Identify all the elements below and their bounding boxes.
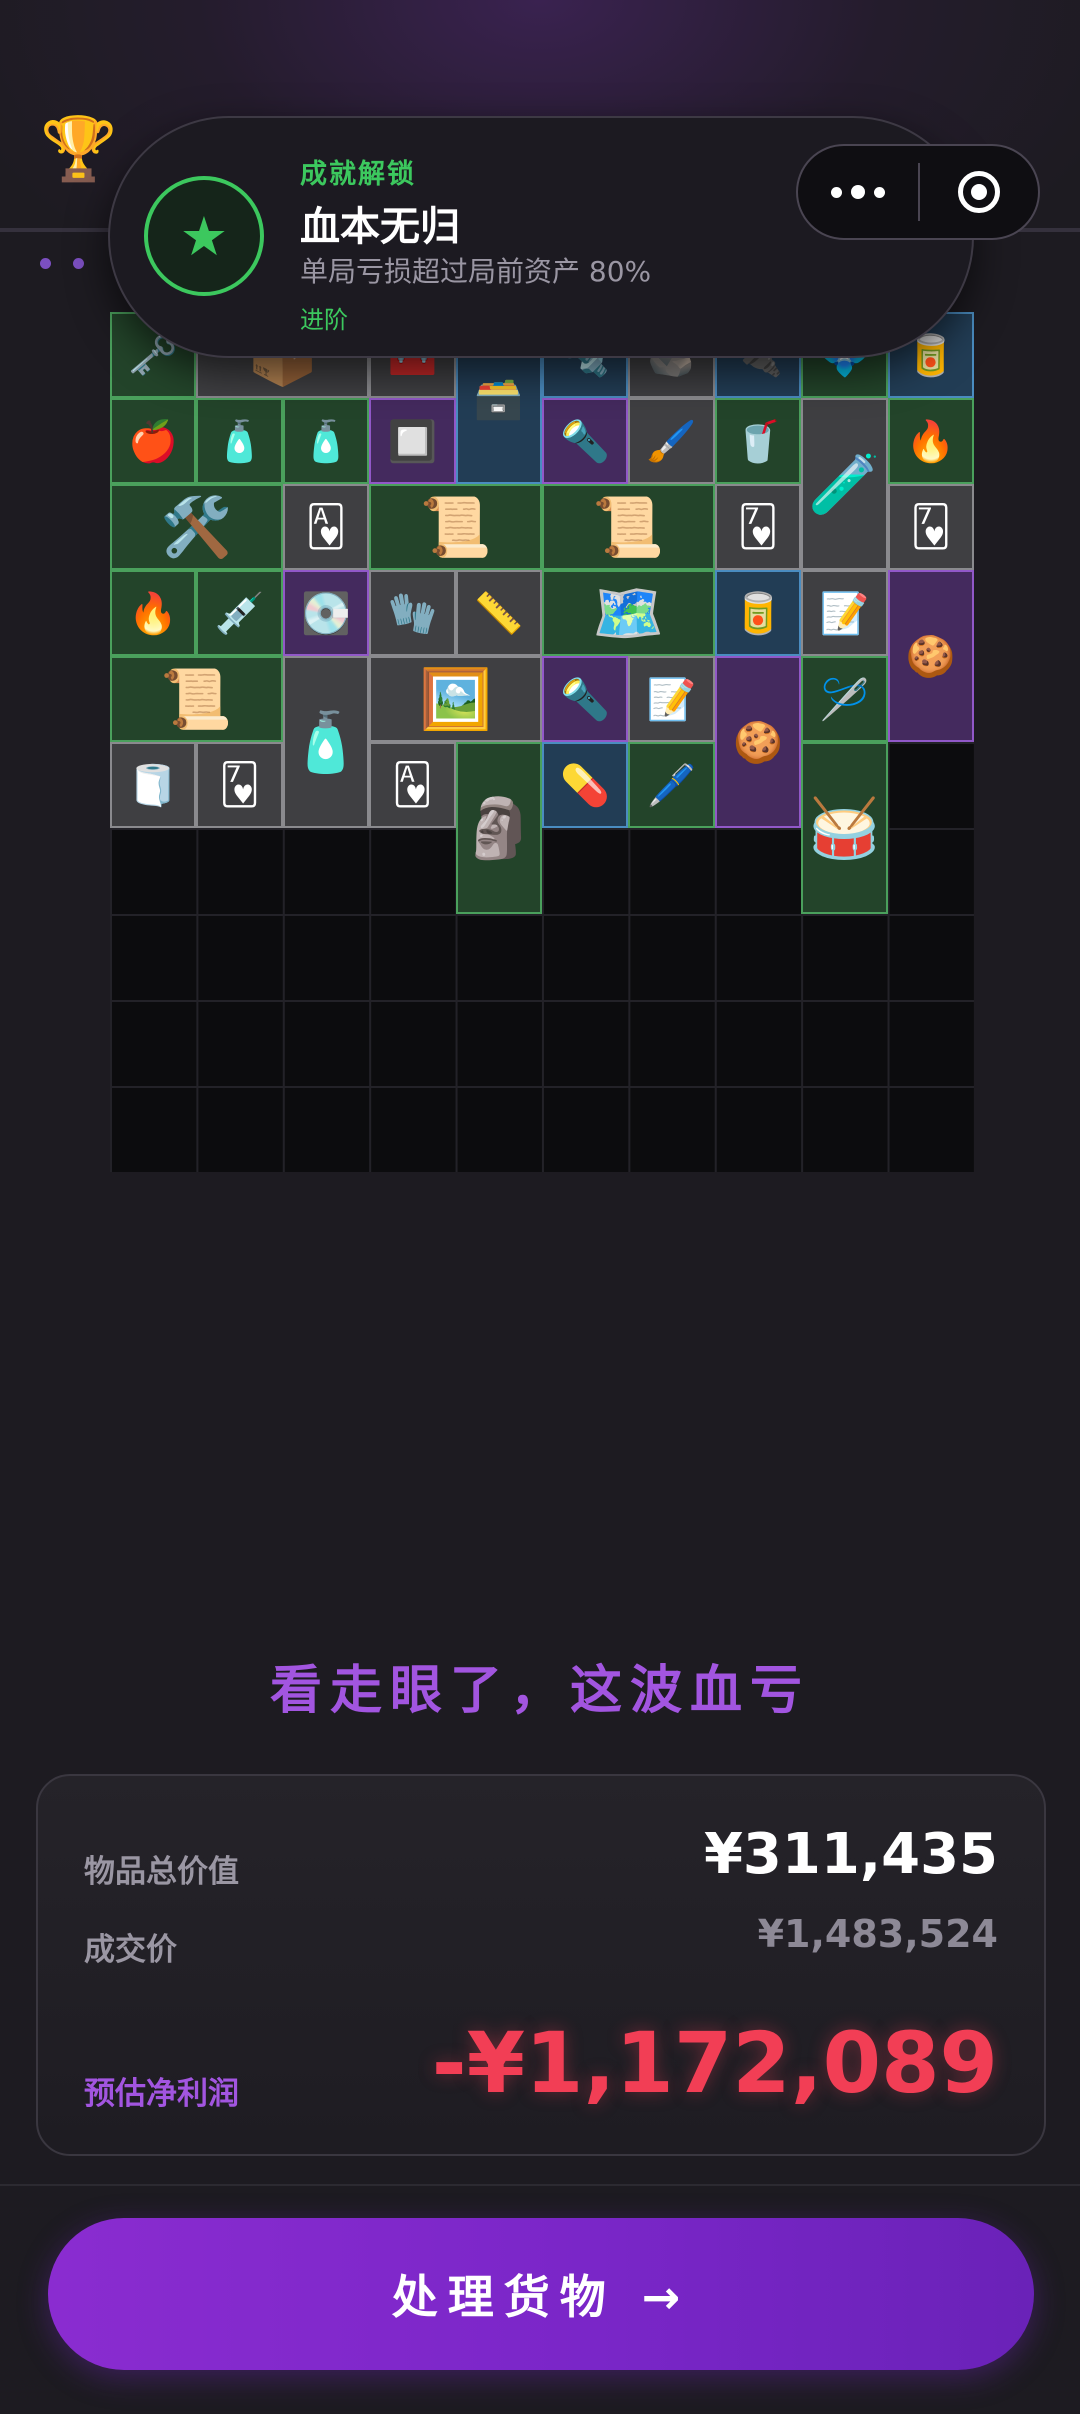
deal-price-value: ¥1,483,524 <box>757 1912 998 1956</box>
close-button[interactable] <box>920 171 1038 213</box>
net-profit-value: -¥1,172,089 <box>431 2014 998 2112</box>
deal-price-label: 成交价 <box>84 1932 177 1968</box>
achievement-kicker: 成就解锁 <box>300 159 416 190</box>
inventory-item-old-document-3[interactable]: 📜 <box>110 656 283 742</box>
inventory-item-playing-card-1[interactable]: 🂱 <box>282 484 370 570</box>
achievement-title: 血本无归 <box>300 204 460 250</box>
inventory-item-toothpaste[interactable]: 🧴 <box>282 656 370 828</box>
inventory-item-hard-drive[interactable]: 💽 <box>282 570 370 656</box>
total-value-label: 物品总价值 <box>84 1854 239 1890</box>
process-goods-button[interactable]: 处理货物 → <box>48 2218 1034 2370</box>
more-dots-icon[interactable] <box>798 146 918 238</box>
inventory-grid: 🗝️📦🧰🗃️🔩🪨🔌💠🥫🍎🧴🧴🔲🔦🖌️🥤🧪🔥🛠️🂱📜📜🂷🂷🔥💉💽🧤📏🗺️🥫📝🍪📜🧴… <box>110 312 974 1172</box>
inventory-item-marker-pen[interactable]: 🖊️ <box>628 742 715 828</box>
inventory-item-note-paper-2[interactable]: 📝 <box>628 656 715 742</box>
achievement-description: 单局亏损超过局前资产 80% <box>300 255 652 288</box>
inventory-item-playing-card-3[interactable]: 🂷 <box>887 484 974 570</box>
inventory-item-tweezers[interactable]: 🪡 <box>801 656 888 742</box>
inventory-item-flashlight-1[interactable]: 🔦 <box>542 398 629 484</box>
page-dots <box>40 254 106 273</box>
total-value: ¥311,435 <box>703 1822 998 1887</box>
inventory-item-djembe-drum[interactable]: 🥁 <box>801 742 888 914</box>
inventory-item-map-scroll[interactable]: 🗺️ <box>542 570 715 656</box>
inventory-item-tape-measure[interactable]: 📏 <box>455 570 542 656</box>
menu-capsule <box>796 144 1040 240</box>
bottom-divider <box>0 2184 1080 2186</box>
inventory-item-ration-tin[interactable]: 🥫 <box>714 570 802 656</box>
inventory-item-circuit-board[interactable]: 🔲 <box>369 398 456 484</box>
inventory-item-gingerbread-1[interactable]: 🍪 <box>887 570 974 742</box>
inventory-item-pill-bottle[interactable]: 💊 <box>542 742 629 828</box>
summary-card: 物品总价值 ¥311,435 成交价 ¥1,483,524 预估净利润 -¥1,… <box>36 1774 1046 2156</box>
inventory-item-power-drill[interactable]: 🛠️ <box>110 484 283 570</box>
inventory-item-lighter-2[interactable]: 🔥 <box>110 570 197 656</box>
target-close-icon <box>958 171 1000 213</box>
inventory-item-iv-bag-1[interactable]: 🧴 <box>196 398 283 484</box>
inventory-item-old-document-1[interactable]: 📜 <box>369 484 542 570</box>
inventory-item-playing-card-4[interactable]: 🂷 <box>196 742 283 828</box>
trophy-icon: 🏆 <box>40 112 118 185</box>
inventory-item-duct-tape[interactable]: 🧻 <box>110 742 197 828</box>
achievement-tier: 进阶 <box>300 306 348 334</box>
inventory-item-wooden-statue[interactable]: 🗿 <box>455 742 542 914</box>
inventory-item-medicine-bottle[interactable]: 🧪 <box>801 398 888 570</box>
inventory-item-syringe[interactable]: 💉 <box>196 570 283 656</box>
inventory-item-flashlight-2[interactable]: 🔦 <box>542 656 629 742</box>
inventory-item-old-document-2[interactable]: 📜 <box>542 484 715 570</box>
inventory-item-old-photo[interactable]: 🖼️ <box>369 656 542 742</box>
inventory-item-iv-bag-2[interactable]: 🧴 <box>282 398 370 484</box>
inventory-item-playing-card-2[interactable]: 🂷 <box>714 484 802 570</box>
inventory-item-lighter-1[interactable]: 🔥 <box>887 398 974 484</box>
star-icon: ★ <box>144 176 264 296</box>
net-profit-label: 预估净利润 <box>84 2076 239 2112</box>
inventory-item-gloves[interactable]: 🧤 <box>369 570 456 656</box>
verdict-text: 看走眼了，这波血亏 <box>269 1661 810 1721</box>
inventory-item-playing-card-5[interactable]: 🂱 <box>369 742 456 828</box>
inventory-item-gingerbread-2[interactable]: 🍪 <box>714 656 802 828</box>
inventory-item-apple[interactable]: 🍎 <box>110 398 197 484</box>
inventory-item-energy-can[interactable]: 🥤 <box>714 398 802 484</box>
inventory-item-paintbrush[interactable]: 🖌️ <box>628 398 715 484</box>
inventory-item-note-paper-1[interactable]: 📝 <box>801 570 888 656</box>
